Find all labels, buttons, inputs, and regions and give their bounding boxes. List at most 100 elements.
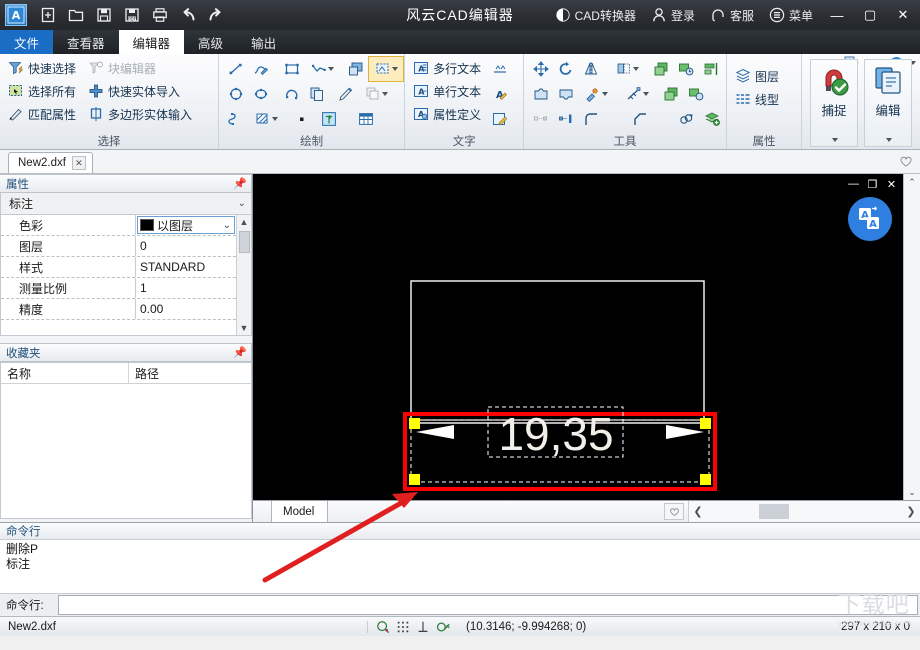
tab-advanced[interactable]: 高级 [184, 30, 237, 54]
tab-output[interactable]: 输出 [237, 30, 290, 54]
region-caret-icon[interactable] [392, 67, 398, 71]
attribute-definition-button[interactable]: A 属性定义 [410, 103, 486, 125]
singleline-text-button[interactable]: A 单行文本 [410, 80, 486, 102]
explode-tool[interactable] [579, 82, 613, 106]
menu-button[interactable]: 菜单 [763, 4, 819, 27]
ortho-icon[interactable] [416, 620, 430, 634]
model-tab[interactable]: Model [271, 501, 328, 522]
table-tool[interactable] [354, 107, 378, 131]
select-all-button[interactable]: 选择所有 [5, 80, 81, 102]
point-tool[interactable] [290, 107, 314, 131]
chevron-down-icon[interactable]: ⌄ [238, 198, 246, 209]
arc-tool[interactable] [280, 82, 304, 106]
table-row[interactable]: 色彩 以图层 ⌄ [1, 215, 236, 236]
scroll-down-icon[interactable]: ⌄ [904, 484, 920, 500]
fillet-tool[interactable] [579, 107, 603, 131]
trim-tool[interactable] [610, 57, 644, 81]
brush-tool[interactable] [334, 82, 358, 106]
rotate-tool[interactable] [554, 57, 578, 81]
offset-caret-icon[interactable] [382, 92, 388, 96]
document-favorite-button[interactable] [899, 155, 913, 171]
close-button[interactable]: ✕ [888, 1, 918, 29]
tab-viewer[interactable]: 查看器 [53, 30, 119, 54]
save-file-button[interactable] [91, 3, 117, 27]
tab-editor[interactable]: 编辑器 [119, 30, 185, 54]
ellipse-tool[interactable] [249, 82, 273, 106]
block-insert-tool[interactable] [344, 57, 368, 81]
canvas-vertical-scrollbar[interactable]: ⌃ ⌄ [903, 174, 920, 500]
support-button[interactable]: 客服 [704, 4, 760, 27]
text-align-tool[interactable] [488, 57, 512, 81]
scrollbar-thumb[interactable] [759, 504, 789, 519]
grip-top-left[interactable] [409, 418, 420, 429]
grid-icon[interactable] [396, 620, 410, 634]
undo-button[interactable] [175, 3, 201, 27]
region-tool[interactable] [369, 57, 403, 81]
table-row[interactable]: 测量比例 1 [1, 278, 236, 299]
canvas-restore-button[interactable]: ❐ [866, 178, 879, 191]
array-tool[interactable] [674, 57, 698, 81]
quick-select-button[interactable]: 快速选择 [5, 57, 81, 79]
text-edit-tool[interactable] [488, 107, 512, 131]
lengthen-tool[interactable] [554, 107, 578, 131]
snap-caret-icon[interactable] [832, 138, 838, 142]
table-row[interactable]: 样式 STANDARD [1, 257, 236, 278]
canvas-horizontal-scrollbar[interactable]: ❮ ❯ [688, 501, 920, 522]
save-pdf-button[interactable]: PDF [119, 3, 145, 27]
properties-entity-selector[interactable]: 标注 ⌄ [0, 193, 252, 215]
layer-add-tool[interactable] [700, 107, 724, 131]
properties-scrollbar[interactable]: ▲ ▼ [236, 215, 251, 335]
grip-bottom-left[interactable] [409, 474, 420, 485]
minimize-button[interactable]: — [822, 1, 852, 29]
snap-button[interactable]: 捕捉 [810, 59, 858, 147]
linetype-button[interactable]: 线型 [732, 88, 784, 110]
circle-tool[interactable] [224, 82, 248, 106]
scroll-up-icon[interactable]: ⌃ [904, 174, 920, 190]
canvas-close-button[interactable]: ✕ [885, 178, 898, 191]
tab-file[interactable]: 文件 [0, 30, 53, 54]
rectangle-tool[interactable] [280, 57, 304, 81]
offset-tool[interactable] [359, 82, 393, 106]
scroll-down-icon[interactable]: ▼ [237, 321, 251, 335]
layers-button[interactable]: 图层 [732, 65, 784, 87]
trim-caret-icon[interactable] [633, 67, 639, 71]
scale-caret-icon[interactable] [643, 92, 649, 96]
osnap-icon[interactable] [376, 620, 390, 634]
property-value-color[interactable]: 以图层 ⌄ [137, 216, 235, 234]
copy-tool[interactable] [649, 57, 673, 81]
login-button[interactable]: 登录 [645, 4, 701, 27]
redo-button[interactable] [203, 3, 229, 27]
multiline-text-button[interactable]: A 多行文本 [410, 57, 486, 79]
scroll-left-icon[interactable]: ❮ [689, 505, 707, 518]
rotate-copy-tool[interactable] [684, 82, 708, 106]
maximize-button[interactable]: ▢ [855, 1, 885, 29]
canvas-minimize-button[interactable]: — [847, 178, 860, 191]
hatch-caret-icon[interactable] [272, 117, 278, 121]
drawing-canvas[interactable]: — ❐ ✕ A A [253, 174, 920, 522]
print-button[interactable] [147, 3, 173, 27]
canvas-favorite-button[interactable] [664, 503, 684, 520]
scroll-right-icon[interactable]: ❯ [902, 505, 920, 518]
curve-tool[interactable] [224, 107, 248, 131]
offset-copy-tool[interactable] [659, 82, 683, 106]
scroll-up-icon[interactable]: ▲ [237, 215, 251, 229]
stretch-tool[interactable] [529, 107, 553, 131]
block-editor-button[interactable]: 块编辑器 [85, 57, 197, 79]
grip-bottom-right[interactable] [700, 474, 711, 485]
chamfer-tool[interactable] [628, 107, 652, 131]
image-tool[interactable] [317, 107, 341, 131]
pin-icon[interactable]: 📌 [233, 177, 247, 190]
break-tool[interactable] [675, 107, 699, 131]
text-convert-fab[interactable]: A A [848, 197, 892, 241]
open-file-button[interactable] [63, 3, 89, 27]
scale-tool[interactable] [620, 82, 654, 106]
quick-entity-import-button[interactable]: 快速实体导入 [85, 80, 197, 102]
polyline-tool[interactable] [249, 57, 273, 81]
copy-entity-tool[interactable] [305, 82, 329, 106]
extend-up-tool[interactable] [529, 82, 553, 106]
favorites-col-name[interactable]: 名称 [1, 363, 129, 383]
favorites-col-path[interactable]: 路径 [129, 363, 251, 383]
extend-down-tool[interactable] [554, 82, 578, 106]
match-properties-button[interactable]: 匹配属性 [5, 103, 81, 125]
align-tool[interactable] [699, 57, 723, 81]
